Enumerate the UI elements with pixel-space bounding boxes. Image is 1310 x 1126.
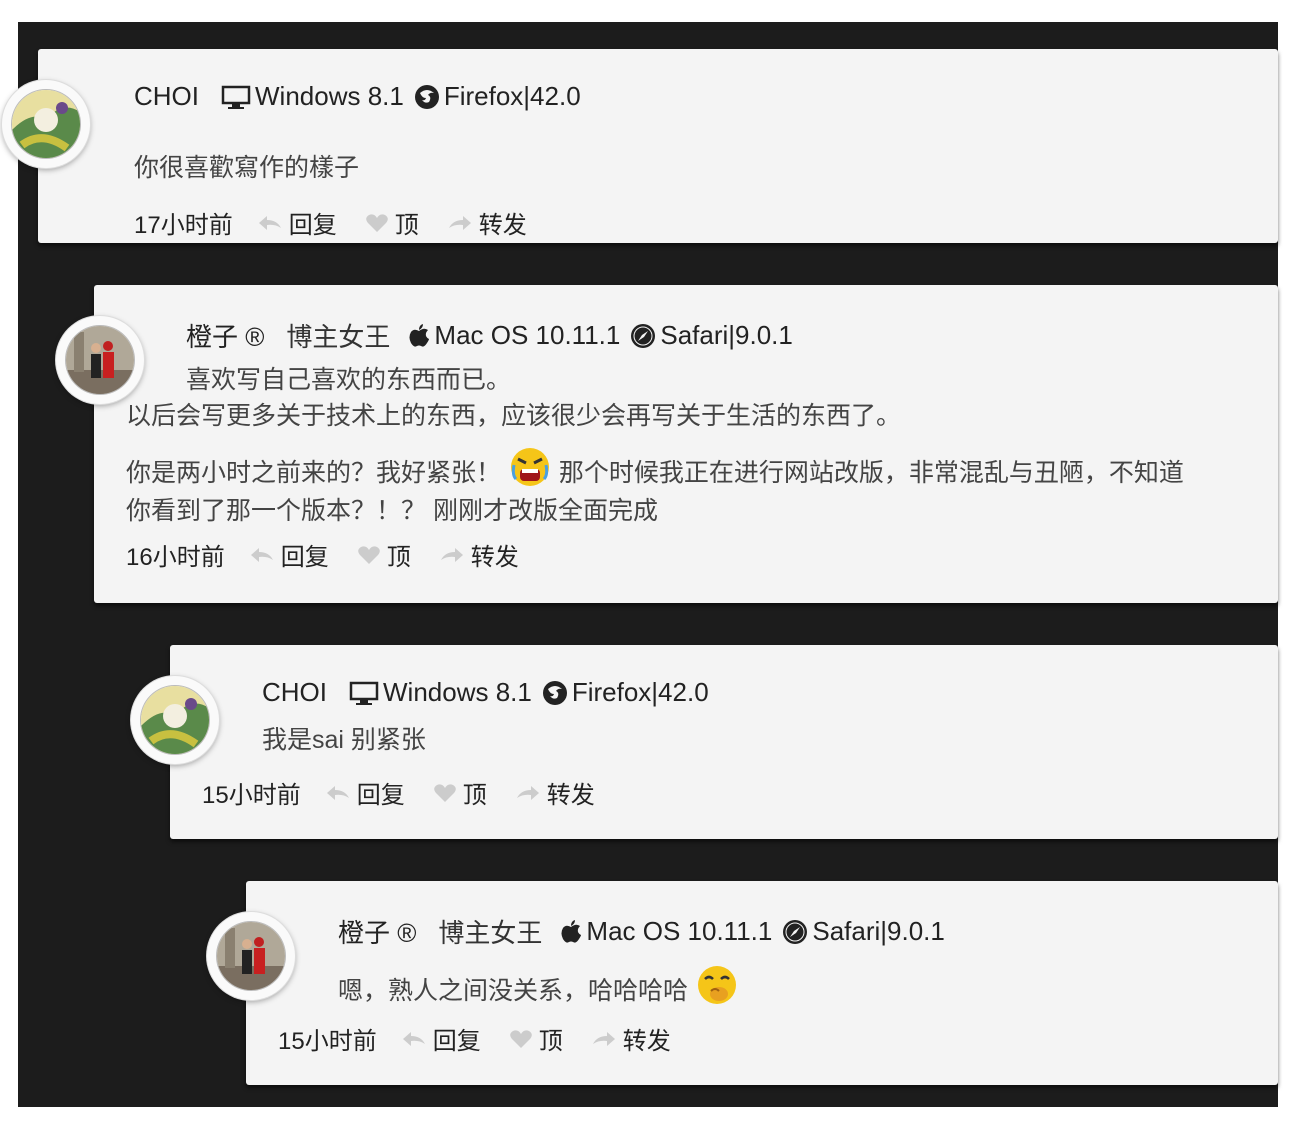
reply-label: 回复 — [432, 1028, 481, 1055]
forward-button[interactable]: 转发 — [515, 775, 595, 810]
reply-arrow-icon — [258, 215, 281, 230]
timestamp: 16小时前 — [126, 544, 225, 571]
author-name[interactable]: CHOI — [262, 677, 327, 708]
apple-icon — [408, 323, 430, 349]
author-name[interactable]: CHOI — [134, 81, 199, 112]
like-label: 顶 — [394, 212, 419, 239]
reply-arrow-icon — [250, 547, 273, 562]
forward-arrow-icon — [592, 1031, 615, 1046]
comment-line: 喜欢写自己喜欢的东西而已。 — [186, 366, 512, 394]
os-label: Windows 8.1 — [383, 677, 532, 707]
comment-line: 我是sai 别紧张 — [262, 726, 426, 754]
reply-button[interactable]: 回复 — [257, 205, 337, 240]
reply-label: 回复 — [280, 544, 329, 571]
comment-meta: 橙子 ® 博主女王 Mac OS 10.11.1 Safari|9.0.1 — [186, 317, 793, 354]
forward-arrow-icon — [440, 547, 463, 562]
like-button[interactable]: 顶 — [365, 205, 419, 240]
angry-crying-emoji-icon — [510, 448, 549, 486]
like-button[interactable]: 顶 — [509, 1021, 563, 1056]
comment-line-with-emoji: 你是两小时之前来的？我好紧张！ 那个时候我正在进行网站改版，非常混乱与丑陋，不知… — [126, 445, 1184, 492]
timestamp: 17小时前 — [134, 212, 233, 239]
monitor-icon — [221, 84, 251, 110]
os-label: Mac OS 10.11.1 — [434, 320, 621, 350]
reply-button[interactable]: 回复 — [249, 537, 329, 572]
like-label: 顶 — [462, 782, 487, 809]
comment-card: 橙子 ® 博主女王 Mac OS 10.11.1 Safari|9.0.1 喜欢… — [94, 285, 1278, 603]
comment-body: 喜欢写自己喜欢的东西而已。 — [186, 361, 511, 399]
monitor-icon — [349, 680, 379, 706]
safari-icon — [782, 919, 808, 945]
safari-icon — [630, 323, 656, 349]
os-label: Mac OS 10.11.1 — [586, 916, 773, 946]
timestamp: 15小时前 — [278, 1028, 377, 1055]
firefox-icon — [542, 680, 568, 706]
comment-actions: 15小时前 回复 顶 转发 — [278, 1021, 699, 1056]
author-badge: 博主女王 — [286, 322, 391, 352]
comment-meta: 橙子 ® 博主女王 Mac OS 10.11.1 Safari|9.0.1 — [338, 913, 945, 950]
os-label: Windows 8.1 — [255, 81, 404, 111]
like-label: 顶 — [538, 1028, 563, 1055]
heart-icon — [357, 545, 380, 564]
reply-arrow-icon — [326, 785, 349, 800]
comment-body-continued: 以后会写更多关于技术上的东西，应该很少会再写关于生活的东西了。 你是两小时之前来… — [126, 397, 1184, 530]
heart-icon — [433, 783, 456, 802]
comment-card: CHOI Windows 8.1 Firefox|42.0 你很喜歡寫作的樣子 … — [38, 49, 1278, 243]
laughing-covering-mouth-emoji-icon — [697, 966, 736, 1004]
avatar[interactable] — [207, 912, 295, 1000]
comment-line: 以后会写更多关于技术上的东西，应该很少会再写关于生活的东西了。 — [126, 402, 902, 430]
comment-line-with-emoji: 嗯，熟人之间没关系，哈哈哈哈 — [338, 963, 739, 1010]
forward-label: 转发 — [478, 212, 527, 239]
browser-label: Safari|9.0.1 — [660, 320, 793, 350]
forward-arrow-icon — [516, 785, 539, 800]
reply-arrow-icon — [402, 1031, 425, 1046]
reply-button[interactable]: 回复 — [325, 775, 405, 810]
comment-card: 橙子 ® 博主女王 Mac OS 10.11.1 Safari|9.0.1 嗯，… — [246, 881, 1278, 1085]
avatar[interactable] — [2, 80, 90, 168]
browser-label: Safari|9.0.1 — [812, 916, 945, 946]
author-badge: 博主女王 — [438, 918, 543, 948]
like-button[interactable]: 顶 — [357, 537, 411, 572]
comment-meta: CHOI Windows 8.1 Firefox|42.0 — [134, 81, 581, 112]
forward-label: 转发 — [470, 544, 519, 571]
comment-actions: 15小时前 回复 顶 转发 — [202, 775, 623, 810]
forward-label: 转发 — [622, 1028, 671, 1055]
comment-card: CHOI Windows 8.1 Firefox|42.0 我是sai 别紧张 … — [170, 645, 1278, 839]
reply-label: 回复 — [288, 212, 337, 239]
comment-actions: 17小时前 回复 顶 转发 — [134, 205, 555, 240]
firefox-icon — [414, 84, 440, 110]
heart-icon — [365, 213, 388, 232]
author-name[interactable]: 橙子 ® — [338, 913, 416, 950]
forward-button[interactable]: 转发 — [439, 537, 519, 572]
comment-line: 你很喜歡寫作的樣子 — [134, 154, 360, 182]
heart-icon — [509, 1029, 532, 1048]
forward-label: 转发 — [546, 782, 595, 809]
author-name[interactable]: 橙子 ® — [186, 317, 264, 354]
reply-button[interactable]: 回复 — [401, 1021, 481, 1056]
browser-label: Firefox|42.0 — [443, 81, 581, 111]
comment-thread: CHOI Windows 8.1 Firefox|42.0 你很喜歡寫作的樣子 … — [2, 22, 1278, 1107]
comment-actions: 16小时前 回复 顶 转发 — [126, 537, 547, 572]
like-label: 顶 — [386, 544, 411, 571]
apple-icon — [560, 919, 582, 945]
comment-body: 你很喜歡寫作的樣子 — [134, 149, 359, 187]
browser-label: Firefox|42.0 — [571, 677, 709, 707]
reply-label: 回复 — [356, 782, 405, 809]
comment-body: 嗯，熟人之间没关系，哈哈哈哈 — [338, 963, 739, 1010]
forward-button[interactable]: 转发 — [591, 1021, 671, 1056]
comment-meta: CHOI Windows 8.1 Firefox|42.0 — [262, 677, 709, 708]
forward-arrow-icon — [448, 215, 471, 230]
avatar[interactable] — [56, 316, 144, 404]
forward-button[interactable]: 转发 — [447, 205, 527, 240]
avatar[interactable] — [131, 676, 219, 764]
like-button[interactable]: 顶 — [433, 775, 487, 810]
comment-line: 你看到了那一个版本？！？ 刚刚才改版全面完成 — [126, 497, 658, 525]
comment-body: 我是sai 别紧张 — [262, 721, 426, 759]
timestamp: 15小时前 — [202, 782, 301, 809]
